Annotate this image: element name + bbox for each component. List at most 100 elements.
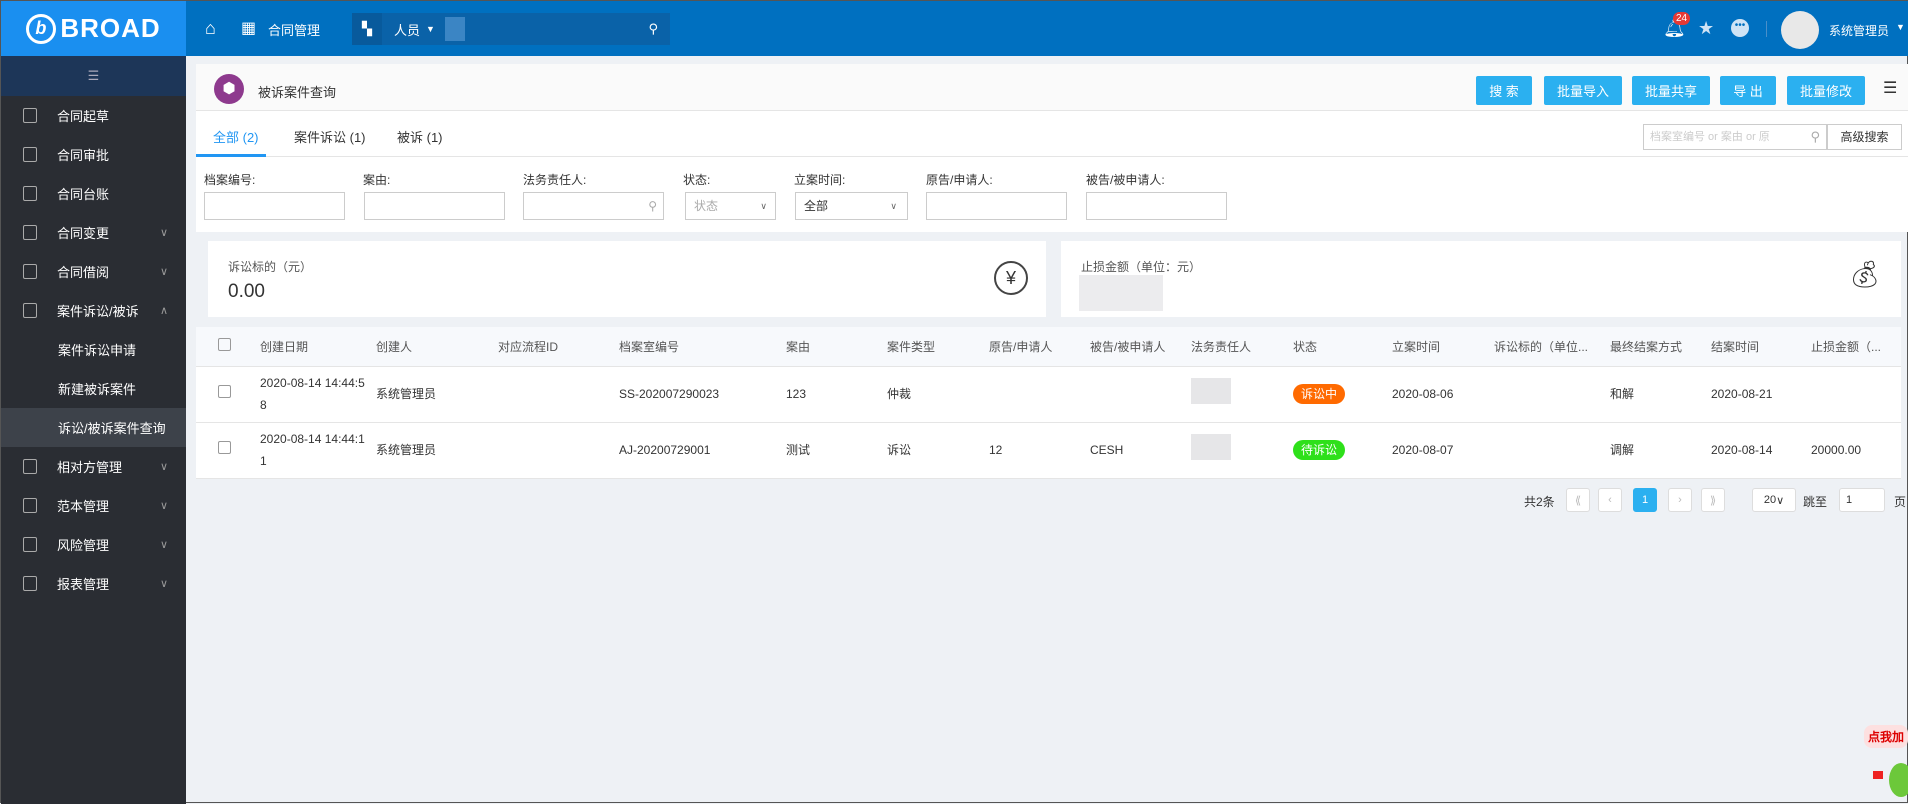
search-icon[interactable]: ⚲ [648,193,657,219]
table-row[interactable]: 2020-08-14 14:44:11 系统管理员 AJ-20200729001 测试… [196,422,1901,479]
category-icon[interactable]: ▚ [352,13,382,45]
cell-plaintiff: 12 [989,443,1003,457]
page-1-button[interactable]: 1 [1633,488,1657,512]
home-icon[interactable]: ⌂ [205,18,216,39]
apps-grid-icon[interactable]: ▦ [241,18,256,38]
cell-date: 2020-08-14 14:44:58 [260,376,365,412]
chevron-down-icon[interactable]: ▼ [1896,22,1905,32]
row-checkbox[interactable] [218,385,231,398]
col-amount[interactable]: 诉讼标的（单位... [1494,327,1610,367]
status-select[interactable]: 状态 ∨ [685,192,776,220]
mascot-icon[interactable] [1889,763,1908,797]
col-status[interactable]: 状态 [1293,327,1392,367]
sidebar-item-report[interactable]: 报表管理 ∨ [1,564,186,603]
sidebar-item-draft[interactable]: 合同起草 [1,96,186,135]
document-icon [23,303,37,318]
support-widget[interactable]: 点我加 [1864,725,1908,748]
chevron-down-icon: ▼ [426,24,435,34]
jump-input[interactable]: 1 [1839,488,1885,512]
chevron-down-icon: ∨ [159,461,168,473]
cell-creator: 系统管理员 [376,443,437,457]
page-suffix: 页 [1894,495,1907,509]
search-button[interactable]: 搜 索 [1476,76,1532,105]
batch-share-button[interactable]: 批量共享 [1632,76,1710,105]
col-result[interactable]: 最终结案方式 [1610,327,1711,367]
export-button[interactable]: 导 出 [1720,76,1776,105]
redacted-value [1191,433,1231,460]
col-filed[interactable]: 立案时间 [1392,327,1494,367]
cell-result: 调解 [1610,443,1635,457]
sidebar-item-case-query[interactable]: 诉讼/被诉案件查询 [1,408,186,447]
more-icon[interactable]: ••• [1731,19,1749,37]
tab-defendant[interactable]: 被诉 (1) [397,127,443,146]
archive-input[interactable] [204,192,345,220]
star-icon[interactable]: ★ [1698,18,1714,39]
advanced-search-button[interactable]: 高级搜索 [1827,124,1902,150]
document-icon [23,537,37,552]
search-scope[interactable]: 人员 [394,20,420,39]
batch-edit-button[interactable]: 批量修改 [1787,76,1865,105]
sidebar-item-ledger[interactable]: 合同台账 [1,174,186,213]
search-icon[interactable]: ⚲ [648,21,658,37]
next-page-button[interactable]: › [1668,488,1692,512]
user-name[interactable]: 系统管理员 [1829,22,1889,39]
tab-all[interactable]: 全部 (2) [213,127,259,146]
col-plaintiff[interactable]: 原告/申请人 [989,327,1090,367]
tab-litigation[interactable]: 案件诉讼 (1) [294,127,366,146]
col-created[interactable]: 创建日期 [260,327,376,367]
quick-search-input[interactable]: 档案室编号 or 案由 or 原 ⚲ [1643,124,1827,150]
cell-archive: SS-202007290023 [619,387,720,401]
lawyer-input[interactable]: ⚲ [523,192,664,220]
col-flow-id[interactable]: 对应流程ID [498,327,619,367]
notification-badge: 24 [1673,12,1691,25]
money-bag-icon: 💰︎ [1847,259,1881,289]
cube-icon: ⬢ [214,74,244,104]
page-size-select[interactable]: 20 ∨ [1752,488,1796,512]
col-closed[interactable]: 结案时间 [1711,327,1811,367]
search-icon[interactable]: ⚲ [1810,125,1820,149]
col-lawyer[interactable]: 法务责任人 [1191,327,1293,367]
list-menu-icon[interactable]: ☰ [1883,78,1897,98]
last-page-button[interactable]: ⟫ [1701,488,1725,512]
chevron-down-icon: ∨ [890,201,897,211]
first-page-button[interactable]: ⟪ [1566,488,1590,512]
collapse-menu-icon[interactable]: ☰ [1,56,186,96]
cell-filed: 2020-08-06 [1392,387,1454,401]
chevron-down-icon: ∨ [159,227,168,239]
col-loss[interactable]: 止损金额（... [1811,327,1901,367]
col-cause[interactable]: 案由 [786,327,887,367]
avatar[interactable] [1781,11,1819,49]
sidebar-item-template[interactable]: 范本管理 ∨ [1,486,186,525]
cell-type: 诉讼 [887,443,912,457]
sidebar-item-new-case[interactable]: 新建被诉案件 [1,369,186,408]
select-all-checkbox[interactable] [218,338,231,352]
col-creator[interactable]: 创建人 [376,327,498,367]
sidebar-item-litigation-apply[interactable]: 案件诉讼申请 [1,330,186,369]
defendant-input[interactable] [1086,192,1227,220]
plaintiff-input[interactable] [926,192,1067,220]
sidebar-item-change[interactable]: 合同变更 ∨ [1,213,186,252]
sidebar-item-approval[interactable]: 合同审批 [1,135,186,174]
cell-archive: AJ-20200729001 [619,443,711,457]
cause-input[interactable] [364,192,505,220]
table-row[interactable]: 2020-08-14 14:44:58 系统管理员 SS-202007290023 1… [196,366,1901,423]
case-table: 创建日期 创建人 对应流程ID 档案室编号 案由 案件类型 原告/申请人 被告/被申请人 法务责… [196,327,1901,479]
col-defendant[interactable]: 被告/被申请人 [1090,327,1191,367]
logo[interactable]: b BROAD [1,1,186,56]
cell-closed: 2020-08-14 [1711,443,1773,457]
sidebar-item-risk[interactable]: 风险管理 ∨ [1,525,186,564]
row-checkbox[interactable] [218,441,231,454]
divider [1766,21,1767,37]
sidebar-item-borrow[interactable]: 合同借阅 ∨ [1,252,186,291]
col-type[interactable]: 案件类型 [887,327,989,367]
status-badge: 待诉讼 [1293,440,1346,460]
batch-import-button[interactable]: 批量导入 [1544,76,1622,105]
sidebar-item-counterparty[interactable]: 相对方管理 ∨ [1,447,186,486]
sidebar-item-litigation[interactable]: 案件诉讼/被诉 ∧ [1,291,186,330]
module-title[interactable]: 合同管理 [268,20,320,39]
prev-page-button[interactable]: ‹ [1598,488,1622,512]
cell-filed: 2020-08-07 [1392,443,1454,457]
global-search[interactable]: ▚ 人员 ▼ ⚲ [352,13,670,45]
time-select[interactable]: 全部 ∨ [795,192,908,220]
col-archive[interactable]: 档案室编号 [619,327,786,367]
